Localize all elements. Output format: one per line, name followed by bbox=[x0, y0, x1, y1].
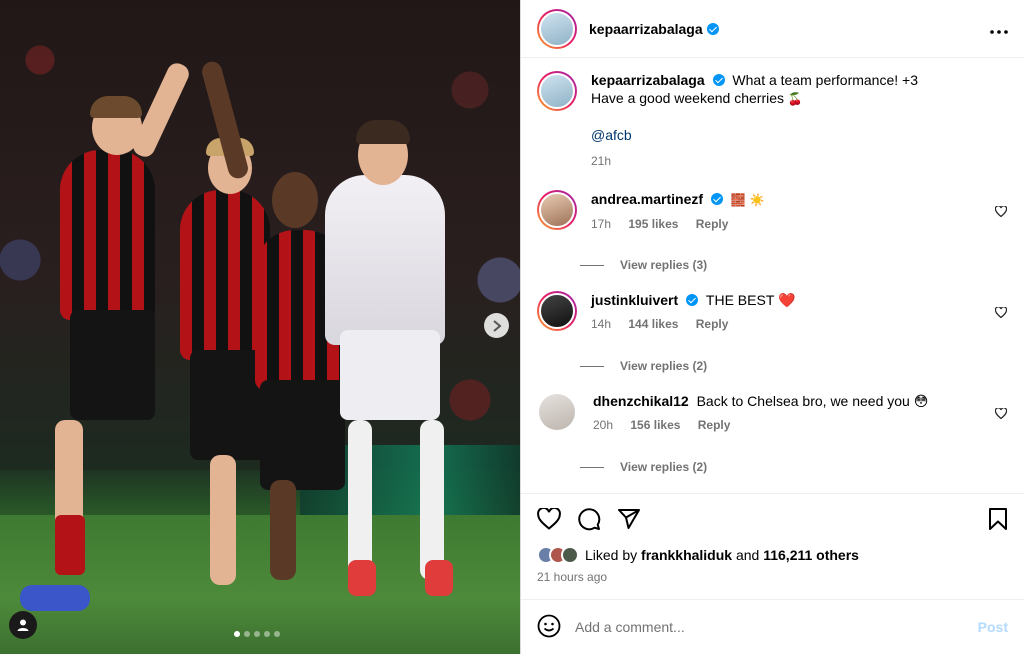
comment-text: 🧱 ☀️ bbox=[730, 193, 765, 207]
emoji-icon[interactable] bbox=[537, 614, 561, 641]
comment-time[interactable]: 20h bbox=[593, 418, 613, 432]
likes-count[interactable]: 116,211 others bbox=[763, 547, 859, 563]
reply-button[interactable]: Reply bbox=[696, 217, 729, 231]
caption-time: 21h bbox=[591, 154, 612, 168]
chevron-right-icon bbox=[492, 319, 502, 332]
comment-item: dhenzchikal12 Back to Chelsea bro, we ne… bbox=[537, 392, 1008, 434]
reply-button[interactable]: Reply bbox=[696, 317, 729, 331]
mention-link[interactable]: @afcb bbox=[591, 126, 918, 144]
post-comment-button[interactable]: Post bbox=[978, 619, 1008, 635]
post-caption: kepaarrizabalaga What a team performance… bbox=[537, 71, 1007, 170]
comment-item: andrea.martinezf 🧱 ☀️ 17h 195 likes Repl… bbox=[537, 190, 1008, 233]
reply-button[interactable]: Reply bbox=[698, 418, 731, 432]
verified-badge-icon bbox=[706, 22, 719, 35]
comment-likes[interactable]: 156 likes bbox=[630, 418, 680, 432]
comment-item: justinkluivert THE BEST ❤️ 14h 144 likes… bbox=[537, 291, 1008, 333]
liked-by-user[interactable]: frankkhaliduk bbox=[641, 547, 732, 563]
cherries-emoji: 🍒 bbox=[787, 92, 803, 106]
liked-by-summary: Liked by frankkhaliduk and 116,211 other… bbox=[537, 546, 1008, 564]
commenter-avatar[interactable] bbox=[539, 394, 575, 430]
view-replies-label[interactable]: View replies (2) bbox=[620, 460, 707, 474]
view-replies-button[interactable]: View replies (3) bbox=[580, 258, 707, 272]
carousel-dot bbox=[254, 631, 260, 637]
view-replies-label[interactable]: View replies (2) bbox=[620, 359, 707, 373]
carousel-dot bbox=[264, 631, 270, 637]
liked-by-prefix: Liked by bbox=[585, 547, 638, 563]
comments-list[interactable]: kepaarrizabalaga What a team performance… bbox=[521, 59, 1024, 492]
comment-input[interactable] bbox=[575, 619, 978, 635]
carousel-dots bbox=[234, 631, 280, 637]
comment-username[interactable]: dhenzchikal12 bbox=[593, 393, 689, 409]
caption-text-line2: Have a good weekend cherries bbox=[591, 90, 785, 106]
next-slide-button[interactable] bbox=[484, 313, 509, 338]
liked-by-joiner: and bbox=[735, 547, 760, 563]
commenter-avatar[interactable] bbox=[537, 291, 577, 331]
comment-likes[interactable]: 195 likes bbox=[628, 217, 678, 231]
comment-text: Back to Chelsea bro, we need you 😳 bbox=[696, 393, 929, 409]
comment-icon[interactable] bbox=[577, 507, 601, 531]
verified-badge-icon bbox=[686, 294, 699, 306]
verified-badge-icon bbox=[712, 74, 725, 86]
carousel-dot bbox=[244, 631, 250, 637]
tagged-users-button[interactable] bbox=[9, 611, 37, 639]
commenter-avatar[interactable] bbox=[537, 190, 577, 230]
comment-like-icon[interactable] bbox=[994, 305, 1008, 321]
post-details-panel: kepaarrizabalaga kepaarrizabalaga What a… bbox=[520, 0, 1024, 654]
author-username[interactable]: kepaarrizabalaga bbox=[589, 21, 703, 37]
heart-icon[interactable] bbox=[537, 508, 561, 530]
comment-username[interactable]: justinkluivert bbox=[591, 292, 678, 308]
liker-avatar bbox=[561, 546, 579, 564]
comment-like-icon[interactable] bbox=[994, 204, 1008, 220]
caption-username[interactable]: kepaarrizabalaga bbox=[591, 72, 705, 88]
carousel-dot bbox=[234, 631, 240, 637]
view-replies-button[interactable]: View replies (2) bbox=[580, 359, 707, 373]
bookmark-icon[interactable] bbox=[988, 507, 1008, 531]
user-icon bbox=[17, 619, 29, 631]
comment-like-icon[interactable] bbox=[994, 406, 1008, 422]
author-avatar[interactable] bbox=[537, 8, 577, 49]
view-replies-button[interactable]: View replies (2) bbox=[580, 460, 707, 474]
comment-text: THE BEST ❤️ bbox=[705, 292, 796, 308]
verified-badge-icon bbox=[710, 193, 723, 205]
comment-time[interactable]: 17h bbox=[591, 217, 611, 231]
share-icon[interactable] bbox=[617, 508, 641, 530]
more-options-icon[interactable] bbox=[990, 17, 1008, 40]
liker-avatars[interactable] bbox=[537, 546, 579, 564]
view-replies-label[interactable]: View replies (3) bbox=[620, 258, 707, 272]
author-avatar[interactable] bbox=[537, 71, 577, 111]
post-time-ago[interactable]: 21 hours ago bbox=[537, 570, 1008, 584]
comment-time[interactable]: 14h bbox=[591, 317, 611, 331]
post-actions: Liked by frankkhaliduk and 116,211 other… bbox=[521, 493, 1024, 584]
post-media[interactable] bbox=[0, 0, 520, 654]
carousel-dot bbox=[274, 631, 280, 637]
post-dialog: kepaarrizabalaga kepaarrizabalaga What a… bbox=[0, 0, 1024, 654]
comment-likes[interactable]: 144 likes bbox=[628, 317, 678, 331]
add-comment-bar: Post bbox=[521, 599, 1024, 654]
comment-username[interactable]: andrea.martinezf bbox=[591, 191, 703, 207]
post-header: kepaarrizabalaga bbox=[521, 0, 1024, 58]
caption-text-line1: What a team performance! +3 bbox=[732, 72, 918, 88]
